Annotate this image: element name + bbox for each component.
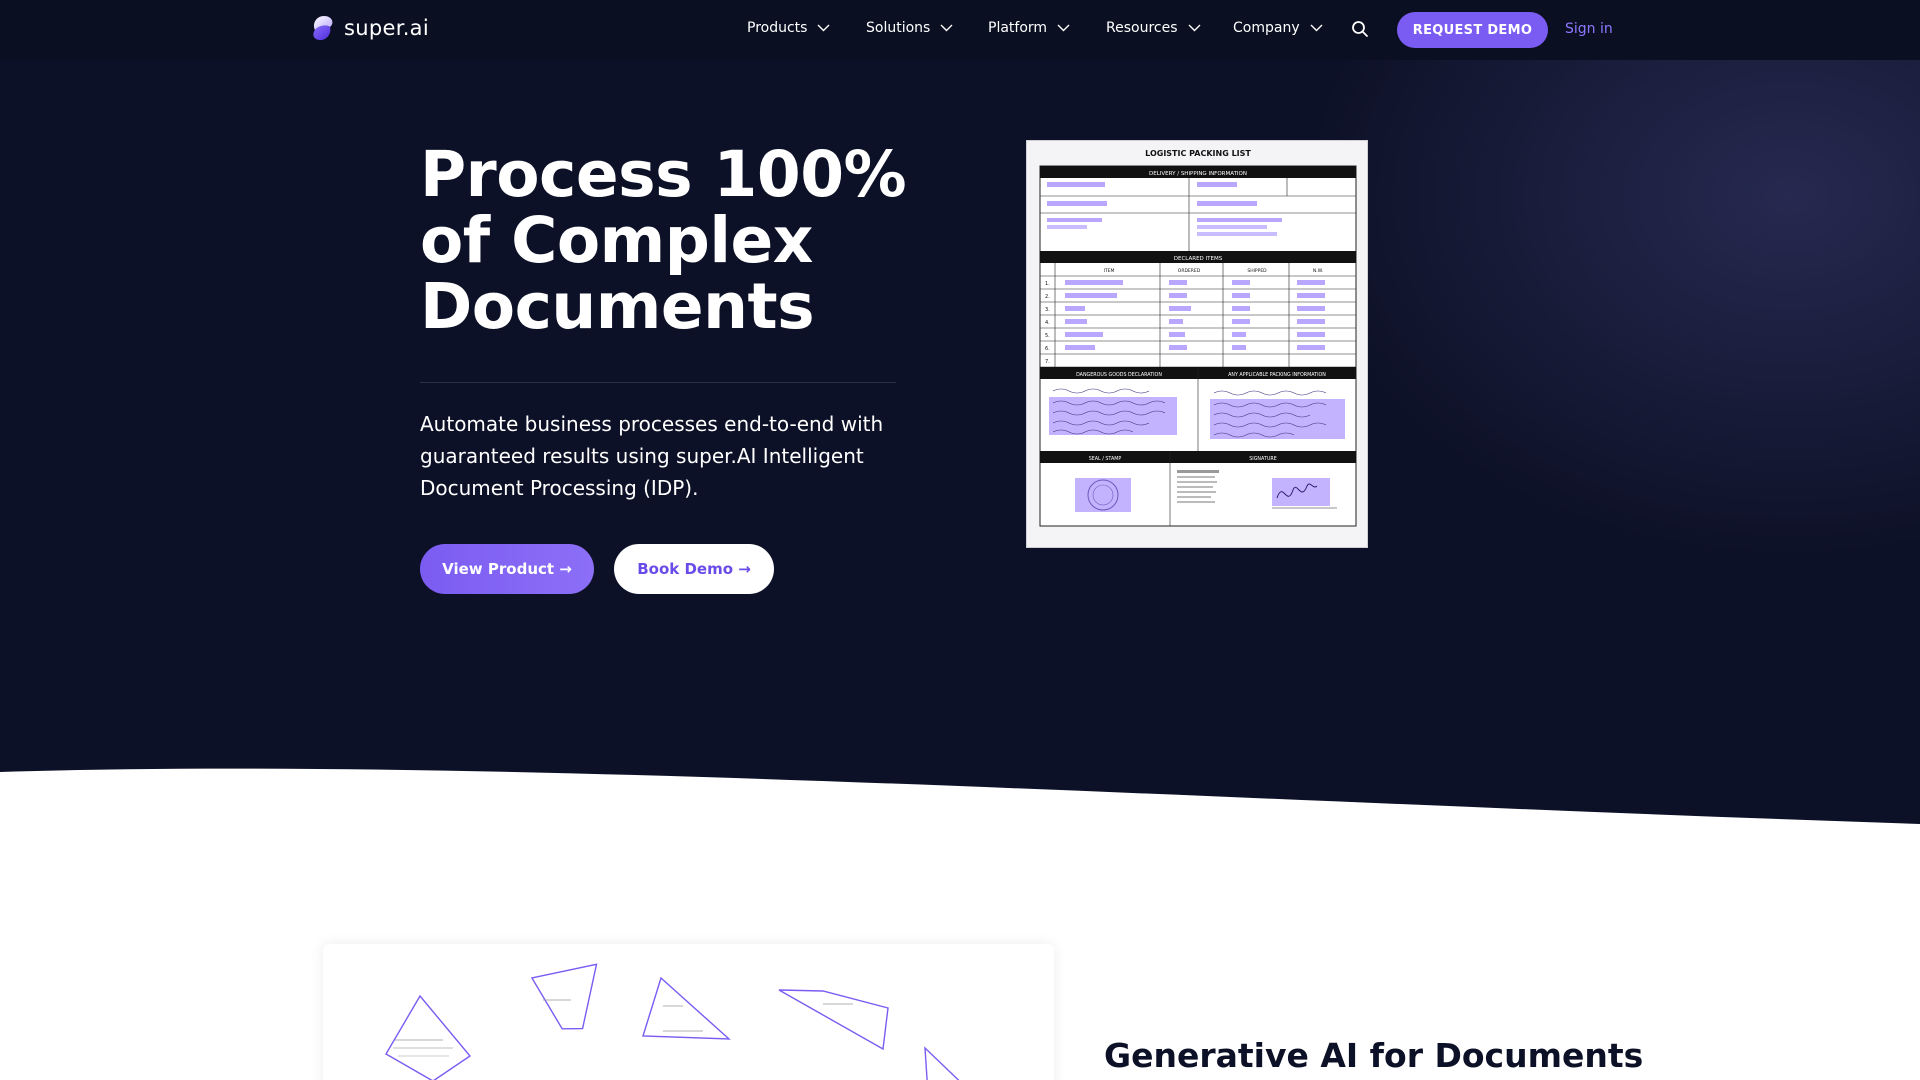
nav-products[interactable]: Products [747, 20, 830, 36]
document-form-graphic: DELIVERY / SHIPPING INFORMATION DECLARED… [1039, 165, 1357, 527]
document-fragments-illustration [385, 963, 960, 1080]
doc-field-highlight [1297, 332, 1325, 337]
doc-field-highlight [1297, 306, 1325, 311]
doc-section-shipping: DELIVERY / SHIPPING INFORMATION [1149, 171, 1247, 177]
chevron-down-icon [1188, 24, 1200, 32]
doc-section-dangerous: DANGEROUS GOODS DECLARATION [1076, 372, 1162, 378]
nav-solutions[interactable]: Solutions [866, 20, 953, 36]
doc-row-number: 4. [1045, 320, 1050, 326]
search-icon[interactable] [1351, 20, 1369, 38]
super-ai-logo-icon [313, 16, 333, 41]
doc-field-highlight [1169, 319, 1183, 324]
doc-field-highlight [1232, 332, 1246, 337]
doc-section-items: DECLARED ITEMS [1174, 256, 1223, 262]
doc-field-highlight [1297, 319, 1325, 324]
doc-section-seal: SEAL / STAMP [1089, 456, 1122, 462]
chevron-down-icon [1057, 24, 1070, 32]
doc-field-highlight [1232, 306, 1250, 311]
nav-company-label: Company [1233, 20, 1300, 36]
hero-section: super.ai Products Solutions Platform Res… [0, 0, 1920, 830]
doc-field-highlight [1065, 293, 1117, 298]
doc-field-highlight [1065, 280, 1123, 285]
brand-name: super.ai [344, 16, 429, 40]
doc-field-highlight [1169, 280, 1187, 285]
doc-row-number: 2. [1045, 294, 1050, 300]
nav-platform[interactable]: Platform [988, 20, 1070, 36]
nav-solutions-label: Solutions [866, 20, 931, 36]
doc-col-nw: N.W. [1313, 268, 1323, 274]
sign-in-link[interactable]: Sign in [1565, 21, 1613, 37]
hero-title: Process 100% of Complex Documents [420, 138, 907, 343]
doc-field-highlight [1169, 306, 1191, 311]
hero-bottom-wave [0, 768, 1920, 830]
nav-company[interactable]: Company [1233, 20, 1323, 36]
chevron-down-icon [1310, 24, 1323, 32]
doc-field-highlight [1169, 345, 1187, 350]
request-demo-button[interactable]: REQUEST DEMO [1397, 12, 1548, 48]
top-navigation: super.ai Products Solutions Platform Res… [0, 0, 1920, 60]
doc-field-highlight [1232, 345, 1246, 350]
doc-field-highlight [1297, 345, 1325, 350]
doc-row-number: 6. [1045, 346, 1050, 352]
doc-field-highlight [1232, 319, 1250, 324]
doc-field-highlight [1065, 332, 1103, 337]
doc-row-number: 1. [1045, 281, 1050, 287]
doc-col-ordered: ORDERED [1178, 268, 1201, 274]
doc-section-packing: ANY APPLICABLE PACKING INFORMATION [1228, 372, 1326, 378]
nav-resources-label: Resources [1106, 20, 1178, 36]
hero-subtitle: Automate business processes end-to-end w… [420, 412, 884, 500]
doc-section-signature: SIGNATURE [1249, 456, 1276, 462]
doc-field-highlight [1232, 280, 1250, 285]
doc-row-number: 3. [1045, 307, 1050, 313]
packing-list-document-image: LOGISTIC PACKING LIST DELIVERY / SHIPPIN… [1026, 140, 1368, 548]
doc-row-number: 5. [1045, 333, 1050, 339]
section-title-generative-ai: Generative AI for Documents [1104, 1036, 1644, 1075]
view-product-button[interactable]: View Product → [420, 544, 594, 594]
nav-resources[interactable]: Resources [1106, 20, 1201, 36]
doc-row-number: 7. [1045, 359, 1050, 365]
doc-col-shipped: SHIPPED [1247, 268, 1267, 274]
chevron-down-icon [940, 24, 953, 32]
doc-field-highlight [1169, 293, 1187, 298]
nav-products-label: Products [747, 20, 808, 36]
doc-field-highlight [1065, 319, 1087, 324]
book-demo-button[interactable]: Book Demo → [614, 544, 774, 594]
doc-field-highlight [1065, 306, 1085, 311]
doc-field-highlight [1065, 345, 1095, 350]
doc-field-highlight [1169, 332, 1185, 337]
chevron-down-icon [817, 24, 830, 32]
brand-logo[interactable]: super.ai [310, 14, 429, 42]
doc-field-highlight [1232, 293, 1250, 298]
doc-field-highlight [1297, 280, 1325, 285]
hero-divider [420, 382, 896, 383]
doc-col-item: ITEM [1104, 268, 1115, 274]
nav-platform-label: Platform [988, 20, 1048, 36]
doc-field-highlight [1297, 293, 1325, 298]
generative-ai-preview-card [323, 944, 1054, 1080]
hero-glow [1300, 40, 1920, 560]
